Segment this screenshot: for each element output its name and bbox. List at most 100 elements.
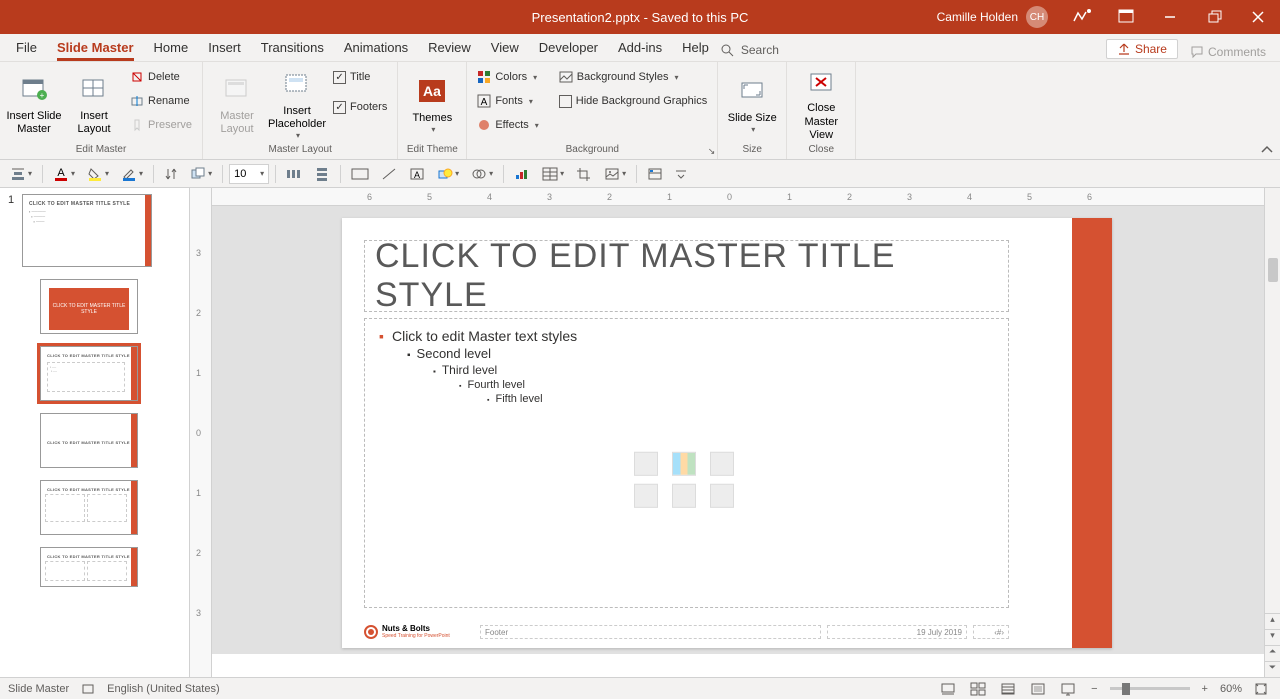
rectangle-shape-button[interactable] <box>347 163 373 185</box>
hide-bg-checkbox[interactable]: Hide Background Graphics <box>555 90 711 112</box>
textbox-button[interactable]: A <box>405 163 429 185</box>
footer-placeholder[interactable]: Footer <box>480 625 821 639</box>
restore-button[interactable] <box>1192 0 1236 34</box>
thumbnail-layout-1[interactable]: CLICK TO EDIT MASTER TITLE STYLE <box>32 273 189 340</box>
status-language[interactable]: English (United States) <box>107 683 220 695</box>
reading-view-button[interactable] <box>1027 680 1049 698</box>
fit-to-window-button[interactable] <box>1250 680 1272 698</box>
close-master-view-button[interactable]: Close Master View <box>793 66 849 142</box>
line-shape-button[interactable] <box>377 163 401 185</box>
footers-checkbox[interactable]: Footers <box>329 96 391 118</box>
effects-button[interactable]: Effects▾ <box>473 114 542 136</box>
tab-developer[interactable]: Developer <box>529 36 608 61</box>
tab-home[interactable]: Home <box>144 36 199 61</box>
background-styles-button[interactable]: Background Styles▾ <box>555 66 711 88</box>
slide-canvas-area[interactable]: Click to edit Master title style Click t… <box>212 206 1264 654</box>
user-name[interactable]: Camille Holden <box>937 10 1018 24</box>
zoom-out-button[interactable]: − <box>1087 683 1101 695</box>
insert-slide-master-button[interactable]: + Insert Slide Master <box>6 66 62 142</box>
thumbnail-layout-3[interactable]: CLICK TO EDIT MASTER TITLE STYLE <box>32 407 189 474</box>
slide-size-button[interactable]: Slide Size▾ <box>724 66 780 142</box>
content-placeholder[interactable]: Click to edit Master text styles Second … <box>364 318 1009 608</box>
comments-button[interactable]: Comments <box>1182 43 1274 61</box>
thumbnail-master[interactable]: 1 CLICK TO EDIT MASTER TITLE STYLE ▪ ───… <box>0 188 189 273</box>
prev-slide-icon[interactable]: ⏶ <box>1265 645 1280 661</box>
thumbnail-layout-2[interactable]: CLICK TO EDIT MASTER TITLE STYLE ▪ ── ▪ … <box>32 340 189 407</box>
scroll-down-icon[interactable]: ▾ <box>1265 629 1280 645</box>
zoom-in-button[interactable]: + <box>1198 683 1212 695</box>
merge-shapes-button[interactable]: ▾ <box>467 163 497 185</box>
tab-view[interactable]: View <box>481 36 529 61</box>
sort-button[interactable] <box>160 163 182 185</box>
crop-button[interactable] <box>572 163 596 185</box>
insert-smartart-icon[interactable] <box>710 452 734 476</box>
slideshow-button[interactable] <box>1057 680 1079 698</box>
close-button[interactable] <box>1236 0 1280 34</box>
tab-insert[interactable]: Insert <box>198 36 251 61</box>
status-mode[interactable]: Slide Master <box>8 683 69 695</box>
insert-layout-button[interactable]: Insert Layout <box>66 66 122 142</box>
title-checkbox[interactable]: Title <box>329 66 391 88</box>
fill-color-button[interactable]: ▾ <box>83 163 113 185</box>
number-placeholder[interactable]: ‹#› <box>973 625 1009 639</box>
tab-transitions[interactable]: Transitions <box>251 36 334 61</box>
chart-button[interactable] <box>510 163 534 185</box>
insert-table-icon[interactable] <box>634 452 658 476</box>
vertical-scrollbar[interactable]: ▴ ▾ ⏶ ⏷ <box>1264 188 1280 677</box>
avatar[interactable]: CH <box>1026 6 1048 28</box>
tab-help[interactable]: Help <box>672 36 719 61</box>
distribute-v-button[interactable] <box>310 163 334 185</box>
content-type-icons[interactable] <box>634 452 740 508</box>
outline-color-button[interactable]: ▾ <box>117 163 147 185</box>
fonts-button[interactable]: AFonts▾ <box>473 90 542 112</box>
align-button[interactable]: ▾ <box>6 163 36 185</box>
close-master-icon <box>807 70 835 94</box>
thumbnail-layout-4[interactable]: CLICK TO EDIT MASTER TITLE STYLE <box>32 474 189 541</box>
customize-qat-button[interactable] <box>671 163 691 185</box>
insert-picture-icon[interactable] <box>634 484 658 508</box>
scrollbar-thumb[interactable] <box>1268 258 1278 282</box>
background-dialog-launcher[interactable]: ↘ <box>708 146 716 157</box>
zoom-slider[interactable] <box>1110 687 1190 690</box>
font-size-input[interactable]: 10▾ <box>229 164 269 184</box>
share-button[interactable]: Share <box>1106 39 1178 59</box>
chart-icon <box>514 167 530 181</box>
font-color-button[interactable]: A▾ <box>49 163 79 185</box>
search-box[interactable]: Search <box>719 39 779 61</box>
insert-chart-icon[interactable] <box>672 452 696 476</box>
title-placeholder[interactable]: Click to edit Master title style <box>364 240 1009 312</box>
accessibility-icon[interactable] <box>81 682 95 696</box>
date-placeholder[interactable]: 19 July 2019 <box>827 625 967 639</box>
tab-animations[interactable]: Animations <box>334 36 418 61</box>
scroll-up-icon[interactable]: ▴ <box>1265 613 1280 629</box>
thumbnail-panel[interactable]: 1 CLICK TO EDIT MASTER TITLE STYLE ▪ ───… <box>0 188 190 677</box>
themes-button[interactable]: Aa Themes▾ <box>404 66 460 142</box>
normal-view-button[interactable] <box>967 680 989 698</box>
collapse-ribbon-button[interactable] <box>1260 145 1274 155</box>
slide[interactable]: Click to edit Master title style Click t… <box>342 218 1112 648</box>
distribute-h-button[interactable] <box>282 163 306 185</box>
zoom-level[interactable]: 60% <box>1220 683 1242 695</box>
tab-review[interactable]: Review <box>418 36 481 61</box>
tab-file[interactable]: File <box>6 36 47 61</box>
delete-button[interactable]: Delete <box>126 66 196 88</box>
insert-placeholder-button[interactable]: Insert Placeholder▾ <box>269 66 325 142</box>
colors-button[interactable]: Colors▾ <box>473 66 542 88</box>
table-button[interactable]: ▾ <box>538 163 568 185</box>
selection-pane-button[interactable] <box>643 163 667 185</box>
minimize-button[interactable] <box>1148 0 1192 34</box>
rename-button[interactable]: Rename <box>126 90 196 112</box>
notes-button[interactable] <box>937 680 959 698</box>
ribbon-display-icon[interactable] <box>1104 0 1148 34</box>
thumbnail-layout-5[interactable]: CLICK TO EDIT MASTER TITLE STYLE <box>32 541 189 593</box>
next-slide-icon[interactable]: ⏷ <box>1265 661 1280 677</box>
shapes-button[interactable]: ▾ <box>433 163 463 185</box>
insert-video-icon[interactable] <box>710 484 734 508</box>
picture-button[interactable]: ▾ <box>600 163 630 185</box>
tab-slide-master[interactable]: Slide Master <box>47 36 144 61</box>
insert-online-picture-icon[interactable] <box>672 484 696 508</box>
simplified-ribbon-icon[interactable] <box>1060 0 1104 34</box>
arrange-button[interactable]: ▾ <box>186 163 216 185</box>
tab-addins[interactable]: Add-ins <box>608 36 672 61</box>
sorter-view-button[interactable] <box>997 680 1019 698</box>
